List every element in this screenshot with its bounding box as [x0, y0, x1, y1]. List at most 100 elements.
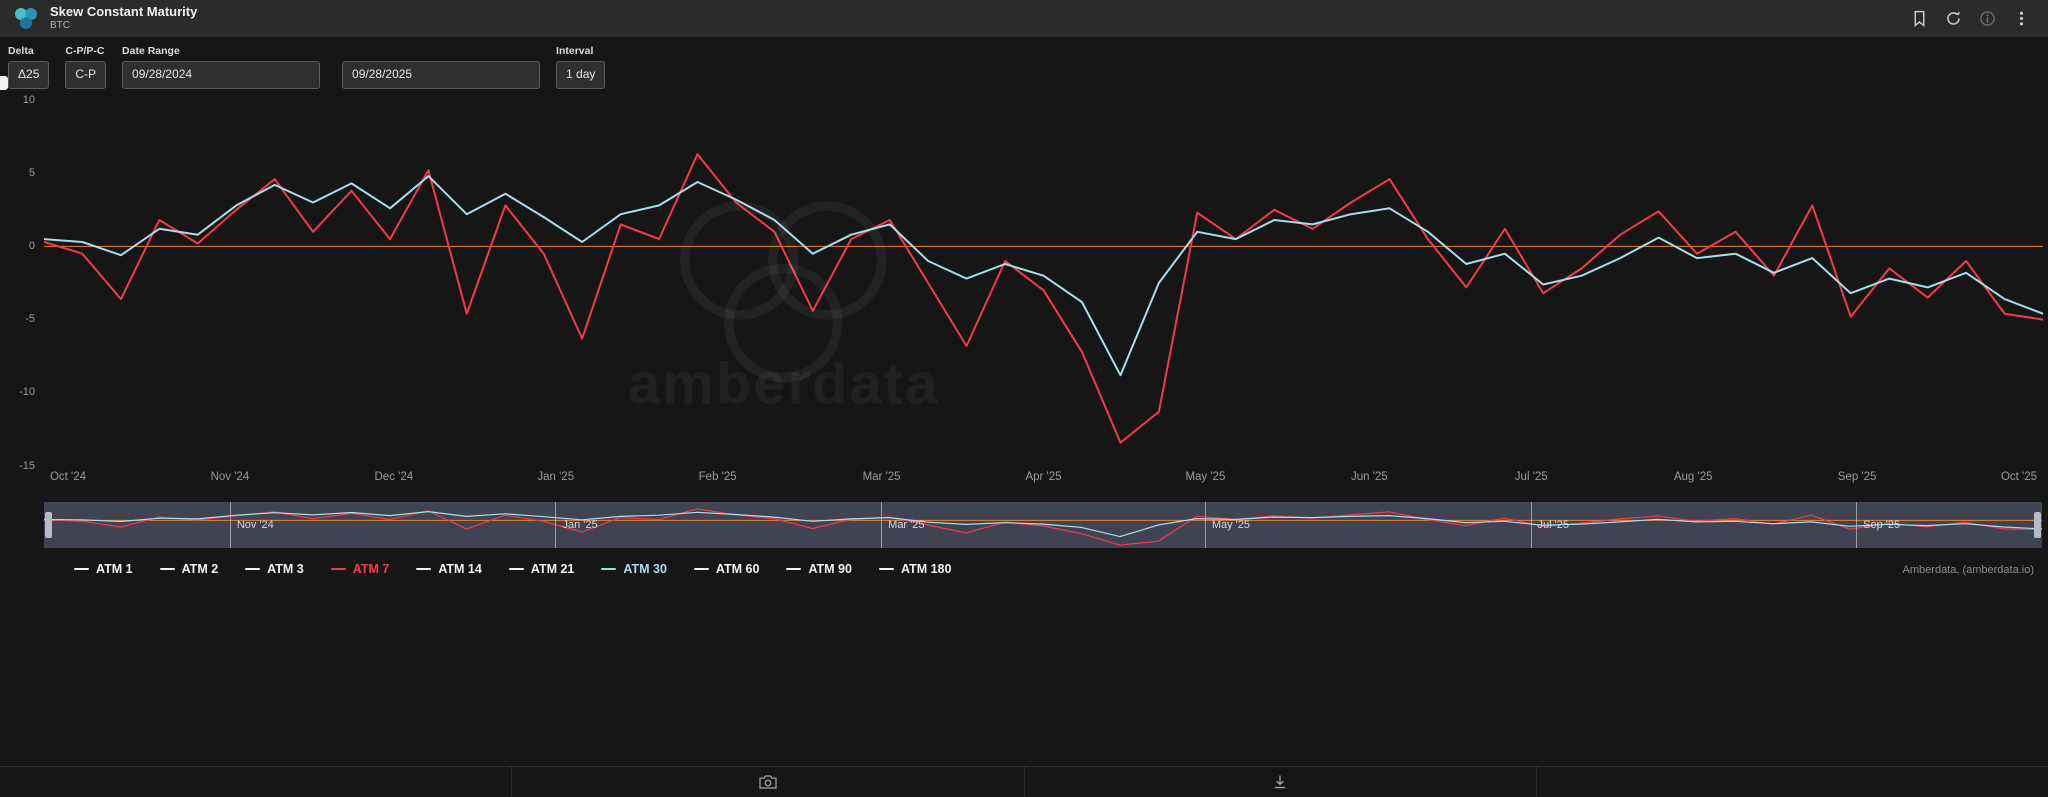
- skew-constant-maturity-app: { "header": { "title": "Skew Constant Ma…: [0, 0, 2048, 797]
- plot-area[interactable]: amberdata: [44, 100, 2043, 466]
- legend-label: ATM 180: [900, 561, 952, 576]
- x-axis-label: Apr '25: [1025, 470, 1062, 483]
- side-panel-handle[interactable]: [0, 76, 8, 90]
- cp-pc-label: C-P/P-C: [65, 45, 105, 57]
- series-atm-7: [44, 508, 2042, 544]
- date-end-input[interactable]: [342, 61, 541, 89]
- legend-dash-icon: [159, 567, 175, 570]
- bottom-toolbar: [0, 766, 2048, 797]
- toolbar-cell-screenshot: [511, 767, 1023, 797]
- navigator-divider: [555, 501, 557, 548]
- x-axis-label: Sep '25: [1837, 470, 1877, 483]
- legend-label: ATM 90: [808, 561, 852, 576]
- navigator-month-label: Jul '25: [1537, 518, 1569, 531]
- navigator-divider: [1856, 501, 1858, 548]
- asset-label: BTC: [50, 19, 70, 31]
- legend-dash-icon: [508, 567, 524, 570]
- interval-label: Interval: [556, 45, 594, 57]
- interval-select[interactable]: 1 day: [556, 61, 606, 89]
- header-titles: Skew Constant Maturity BTC: [50, 4, 198, 32]
- y-axis-tick: 0: [28, 239, 35, 252]
- legend-dash-icon: [601, 567, 617, 570]
- x-axis-label: Jun '25: [1350, 470, 1388, 483]
- legend-item-atm-1[interactable]: ATM 1: [74, 562, 133, 576]
- y-axis-tick: -10: [19, 386, 35, 399]
- navigator-divider: [1204, 501, 1206, 548]
- x-axis-label: Oct '25: [2000, 470, 2038, 483]
- navigator-divider: [881, 501, 883, 548]
- legend-label: ATM 7: [352, 561, 390, 576]
- y-axis-tick: -15: [19, 459, 35, 472]
- interval-group: Interval 1 day: [556, 45, 606, 89]
- legend-item-atm-2[interactable]: ATM 2: [159, 561, 219, 576]
- date-start-input[interactable]: [122, 61, 321, 89]
- x-axis-label: Feb '25: [698, 470, 737, 483]
- navigator-divider: [229, 501, 231, 548]
- cp-pc-group: C-P/P-C C-P: [65, 45, 107, 89]
- cp-pc-select[interactable]: C-P: [65, 61, 107, 89]
- legend-item-atm-30[interactable]: ATM 30: [601, 562, 667, 576]
- delta-select[interactable]: Δ25: [8, 61, 50, 89]
- legend-dash-icon: [693, 567, 709, 570]
- x-axis-label: Mar '25: [862, 470, 901, 483]
- date-range-group: Date Range: [122, 45, 541, 89]
- main-chart-svg: [44, 100, 2043, 466]
- x-axis-label: Dec '24: [374, 470, 414, 483]
- legend-item-atm-90[interactable]: ATM 90: [786, 562, 852, 576]
- legend-label: ATM 1: [96, 561, 133, 576]
- series-atm-7: [44, 154, 2043, 442]
- date-range-label: Date Range: [122, 45, 180, 57]
- legend-label: ATM 3: [267, 561, 304, 576]
- x-axis-label: Jan '25: [537, 470, 575, 483]
- attribution: Amberdata, (amberdata.io): [1902, 563, 2034, 576]
- toolbar-cell-download: [1023, 767, 1536, 797]
- x-axis: Oct '24 Nov '24 Dec '24 Jan '25 Feb '25 Mar '…: [44, 466, 2043, 490]
- navigator-handle-right[interactable]: [2034, 511, 2041, 538]
- legend-dash-icon: [330, 567, 346, 570]
- legend-item-atm-60[interactable]: ATM 60: [693, 561, 760, 576]
- legend-item-atm-3[interactable]: ATM 3: [245, 562, 304, 576]
- range-navigator[interactable]: Nov '24 Jan '25 Mar '25 May '25 Jul '25 Sep '…: [44, 501, 2042, 548]
- legend-item-atm-21[interactable]: ATM 21: [508, 561, 575, 576]
- kebab-menu-icon[interactable]: [2013, 10, 2030, 27]
- series-atm-30: [44, 176, 2043, 375]
- x-axis-label: May '25: [1185, 470, 1226, 483]
- camera-icon[interactable]: [759, 774, 777, 790]
- info-icon[interactable]: [1979, 10, 1996, 27]
- toolbar-cell-empty-right: [1535, 767, 2048, 797]
- amberdata-logo-icon: [15, 7, 37, 29]
- app-header: Skew Constant Maturity BTC: [0, 0, 2048, 37]
- x-axis-label: Aug '25: [1673, 470, 1713, 483]
- legend-label: ATM 14: [438, 561, 482, 576]
- legend-item-atm-180[interactable]: ATM 180: [878, 561, 952, 576]
- legend-label: ATM 21: [530, 561, 575, 576]
- legend-dash-icon: [416, 567, 432, 570]
- chart-controls: Delta Δ25 C-P/P-C C-P Date Range Interva…: [0, 37, 2048, 100]
- bookmark-icon[interactable]: [1911, 10, 1928, 27]
- y-axis-tick: -5: [25, 313, 35, 326]
- navigator-handle-left[interactable]: [45, 511, 52, 538]
- page-title: Skew Constant Maturity: [50, 4, 198, 20]
- legend-row: ATM 1 ATM 2 ATM 3 ATM 7 ATM 14 ATM 21 ATM 30 AT…: [0, 562, 2048, 576]
- legend: ATM 1 ATM 2 ATM 3 ATM 7 ATM 14 ATM 21 ATM 30 AT…: [74, 562, 951, 576]
- download-icon[interactable]: [1271, 774, 1289, 790]
- main-chart-area: 10 5 0 -5 -10 -15 amberdata: [0, 94, 2048, 472]
- navigator-month-label: Sep '25: [1863, 518, 1901, 531]
- toolbar-cell-empty-left: [0, 767, 511, 797]
- legend-dash-icon: [786, 567, 802, 570]
- navigator-month-label: Jan '25: [562, 518, 598, 531]
- refresh-icon[interactable]: [1945, 10, 1962, 27]
- legend-item-atm-14[interactable]: ATM 14: [416, 562, 482, 576]
- y-axis-tick: 5: [28, 166, 35, 179]
- navigator-svg: [44, 502, 2042, 548]
- legend-dash-icon: [878, 567, 894, 570]
- series-atm-30: [44, 511, 2042, 536]
- delta-group: Delta Δ25: [8, 45, 50, 89]
- x-axis-label: Jul '25: [1514, 470, 1548, 483]
- navigator-divider: [1530, 501, 1532, 548]
- legend-label: ATM 2: [181, 561, 219, 576]
- navigator-month-label: Mar '25: [888, 518, 925, 531]
- legend-label: ATM 60: [715, 561, 760, 576]
- legend-item-atm-7[interactable]: ATM 7: [330, 561, 390, 576]
